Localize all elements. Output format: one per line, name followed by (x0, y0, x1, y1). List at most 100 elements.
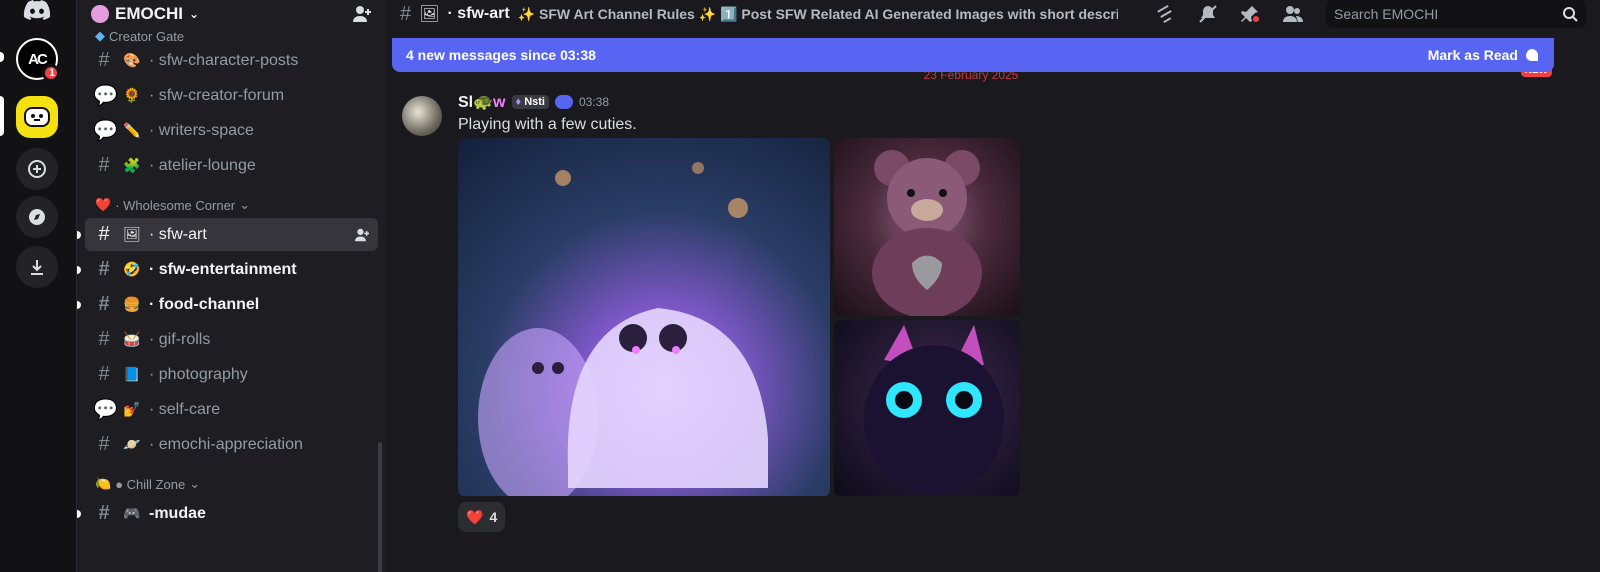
reaction-heart[interactable]: ❤️ 4 (458, 502, 506, 532)
category-wholesome-corner[interactable]: ❤️ · Wholesome Corner ⌄ (77, 194, 386, 216)
compass-icon (29, 209, 45, 225)
add-server-button[interactable] (16, 148, 58, 190)
username[interactable]: Sl🐢w (458, 92, 506, 112)
discord-app: AC 1 EMOCHI ⌄ ◆ Creator Gate # 🎨 · sfw-c… (0, 0, 1600, 572)
channel-emoji: 🪐 (123, 436, 141, 452)
server-ac-label: AC (28, 50, 48, 68)
ghosts-illustration (478, 162, 768, 496)
hash-icon: # (98, 363, 110, 385)
search-icon (1563, 7, 1578, 22)
unread-indicator (77, 300, 81, 309)
attachment-image-ghosts[interactable] (458, 138, 830, 496)
hash-icon: # (98, 433, 110, 455)
channel-label: -mudae (149, 504, 206, 522)
channel-emoji: 💅 (123, 401, 141, 417)
channel-emoji: 🤣 (123, 261, 141, 277)
channel-emoji: 🎨 (123, 52, 141, 68)
channel-sfw-entertainment[interactable]: # 🤣 · sfw-entertainment (77, 253, 378, 286)
message-timestamp[interactable]: 03:38 (579, 95, 609, 109)
hash-icon: # (98, 154, 110, 176)
channel-label: · atelier-lounge (149, 156, 256, 174)
forum-icon: 💬 (93, 399, 118, 421)
message-header: Sl🐢w ♦ Nsti 03:38 (458, 92, 609, 112)
mention-badge: 1 (42, 64, 60, 82)
channel-emoji: 🥁 (123, 331, 141, 347)
server-header[interactable]: EMOCHI ⌄ (77, 0, 386, 28)
hash-icon: # (98, 223, 110, 245)
download-apps-button[interactable] (16, 246, 58, 288)
unread-pill (0, 52, 4, 62)
channel-label: · sfw-creator-forum (149, 86, 285, 104)
notification-bell-muted-icon[interactable] (1198, 4, 1218, 24)
channel-label: · sfw-entertainment (149, 260, 297, 278)
explore-button[interactable] (16, 196, 58, 238)
channel-label: · food-channel (149, 295, 260, 313)
reaction-count: 4 (489, 509, 498, 525)
sidebar-scrollbar[interactable] (378, 442, 382, 572)
channel-photography[interactable]: # 📘 · photography (85, 358, 378, 391)
channel-emoji: ✏️ (123, 122, 141, 138)
channel-sfw-character-posts[interactable]: # 🎨 · sfw-character-posts (85, 44, 378, 77)
unread-indicator (77, 265, 81, 274)
diamond-icon: ◆ (95, 28, 105, 43)
channel-food-channel[interactable]: # 🍔 · food-channel (77, 288, 378, 321)
plus-icon (28, 160, 46, 178)
server-emochi[interactable] (16, 96, 58, 138)
new-messages-bar[interactable]: 4 new messages since 03:38 Mark as Read (392, 38, 1554, 72)
channel-emoji: 🖼 (123, 226, 141, 242)
forum-icon: 💬 (93, 120, 118, 142)
hash-icon: # (400, 2, 412, 25)
category-emoji: 🍋 (95, 476, 112, 491)
heart-icon: ❤️ (466, 508, 484, 525)
invite-people-icon[interactable] (352, 5, 372, 23)
new-messages-text: 4 new messages since 03:38 (406, 47, 596, 63)
channel-mudae[interactable]: # 🎮 -mudae (77, 497, 378, 530)
member-list-icon[interactable] (1282, 4, 1304, 24)
header-channel-name: · sfw-art (447, 5, 510, 22)
server-rail: AC 1 (0, 0, 76, 572)
channel-header: # 🖼 · sfw-art ✨ SFW Art Channel Rules ✨ … (386, 0, 1600, 28)
direct-messages-button[interactable] (16, 0, 58, 32)
heart-badge-icon (554, 95, 573, 109)
attachment-image-teddy-bear[interactable] (834, 138, 1020, 316)
channel-emochi-appreciation[interactable]: # 🪐 · emochi-appreciation (85, 428, 378, 461)
server-ac[interactable]: AC 1 (16, 38, 60, 82)
channel-label: · writers-space (149, 121, 254, 139)
message-text: Playing with a few cuties. (458, 116, 637, 133)
category-label: Creator Gate (109, 28, 185, 44)
channel-self-care[interactable]: 💬 💅 · self-care (85, 393, 378, 426)
server-tag[interactable]: ♦ Nsti (511, 95, 549, 109)
channel-atelier-lounge[interactable]: # 🧩 · atelier-lounge (85, 149, 378, 182)
threads-icon[interactable] (1156, 4, 1176, 24)
mark-as-read-button[interactable]: Mark as Read (1428, 47, 1540, 63)
search-input[interactable]: Search EMOCHI (1326, 0, 1586, 28)
teddy-bear-illustration (872, 150, 982, 316)
hash-icon: # (98, 293, 110, 315)
chevron-down-icon: ⌄ (189, 7, 200, 21)
channel-sfw-art[interactable]: # 🖼 · sfw-art (77, 218, 378, 251)
channel-writers-space[interactable]: 💬 ✏️ · writers-space (85, 114, 378, 147)
channel-gif-rolls[interactable]: # 🥁 · gif-rolls (85, 323, 378, 356)
channel-emoji: 🎮 (123, 505, 141, 521)
user-avatar[interactable] (402, 96, 442, 136)
category-chill-zone[interactable]: 🍋 ● Chill Zone ⌄ (77, 473, 386, 495)
channel-topic[interactable]: ✨ SFW Art Channel Rules ✨ 1️⃣ Post SFW R… (518, 6, 1118, 23)
channel-emoji: 🍔 (123, 296, 141, 312)
create-invite-icon[interactable] (354, 228, 370, 242)
download-icon (31, 260, 43, 275)
unread-indicator (77, 509, 81, 518)
channel-emoji: 📘 (123, 366, 141, 382)
channel-label: · self-care (149, 400, 221, 418)
chevron-down-icon: ⌄ (239, 197, 251, 212)
category-creator-gate[interactable]: ◆ Creator Gate (77, 28, 386, 44)
channel-emoji: 🧩 (123, 157, 141, 173)
emochi-face-icon (24, 107, 50, 127)
hash-icon: # (98, 502, 110, 524)
pinned-messages-icon[interactable] (1240, 4, 1260, 24)
turtle-icon: 🐢 (473, 94, 494, 111)
header-channel-emoji: 🖼 (419, 6, 440, 23)
channel-sfw-creator-forum[interactable]: 💬 🌻 · sfw-creator-forum (85, 79, 378, 112)
server-avatar-icon (91, 5, 109, 23)
attachment-image-cat[interactable] (834, 320, 1020, 496)
hash-icon: # (98, 258, 110, 280)
